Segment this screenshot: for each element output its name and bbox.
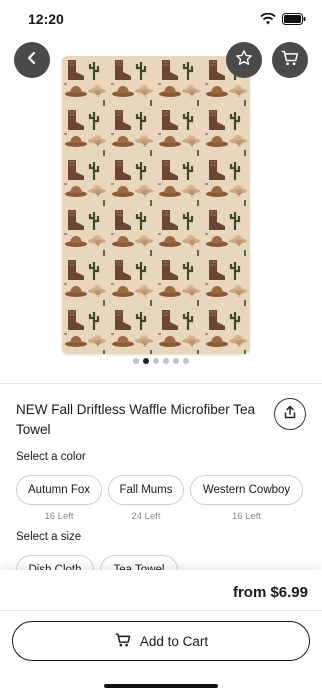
color-section-label: Select a color bbox=[16, 451, 86, 463]
color-option-label: Fall Mums bbox=[119, 484, 173, 496]
add-to-cart-button[interactable]: Add to Cart bbox=[12, 621, 310, 661]
add-to-cart-label: Add to Cart bbox=[139, 633, 209, 649]
pagination-dot[interactable] bbox=[163, 358, 169, 364]
status-icons bbox=[260, 12, 306, 30]
purchase-panel: from $6.99 Add to Cart bbox=[0, 570, 322, 696]
divider bbox=[0, 383, 322, 384]
pagination-dot[interactable] bbox=[153, 358, 159, 364]
home-indicator bbox=[104, 684, 218, 688]
divider bbox=[0, 610, 322, 611]
cart-icon bbox=[114, 632, 132, 651]
share-button[interactable] bbox=[274, 398, 306, 430]
stock-count: 16 Left bbox=[231, 511, 262, 522]
pagination-dot[interactable] bbox=[183, 358, 189, 364]
color-option-western-cowboy[interactable]: Western Cowboy bbox=[190, 475, 303, 505]
pagination-dot[interactable] bbox=[133, 358, 139, 364]
share-icon bbox=[283, 405, 297, 424]
favorite-button[interactable] bbox=[226, 42, 262, 78]
back-arrow-icon bbox=[25, 51, 39, 70]
battery-icon bbox=[282, 12, 306, 30]
cart-button[interactable] bbox=[272, 42, 308, 78]
color-option-label: Autumn Fox bbox=[28, 484, 90, 496]
pagination-dot-active[interactable] bbox=[143, 358, 149, 364]
status-time: 12:20 bbox=[28, 11, 64, 27]
pagination-dot[interactable] bbox=[173, 358, 179, 364]
wifi-icon bbox=[260, 12, 276, 30]
stock-count: 24 Left bbox=[131, 511, 161, 522]
stock-count: 16 Left bbox=[44, 511, 74, 522]
product-image bbox=[62, 56, 250, 354]
gallery-pagination[interactable] bbox=[0, 358, 322, 364]
price-label: from $6.99 bbox=[232, 584, 308, 601]
color-option-fall-mums[interactable]: Fall Mums bbox=[108, 475, 184, 505]
color-option-label: Western Cowboy bbox=[202, 484, 291, 496]
cart-icon bbox=[280, 49, 300, 72]
color-option-autumn-fox[interactable]: Autumn Fox bbox=[16, 475, 102, 505]
star-icon bbox=[235, 49, 253, 72]
status-bar: 12:20 bbox=[0, 0, 322, 36]
product-image-gallery[interactable] bbox=[0, 36, 322, 381]
back-button[interactable] bbox=[14, 42, 50, 78]
product-title: NEW Fall Driftless Waffle Microfiber Tea… bbox=[16, 402, 256, 437]
size-section-label: Select a size bbox=[16, 531, 82, 543]
